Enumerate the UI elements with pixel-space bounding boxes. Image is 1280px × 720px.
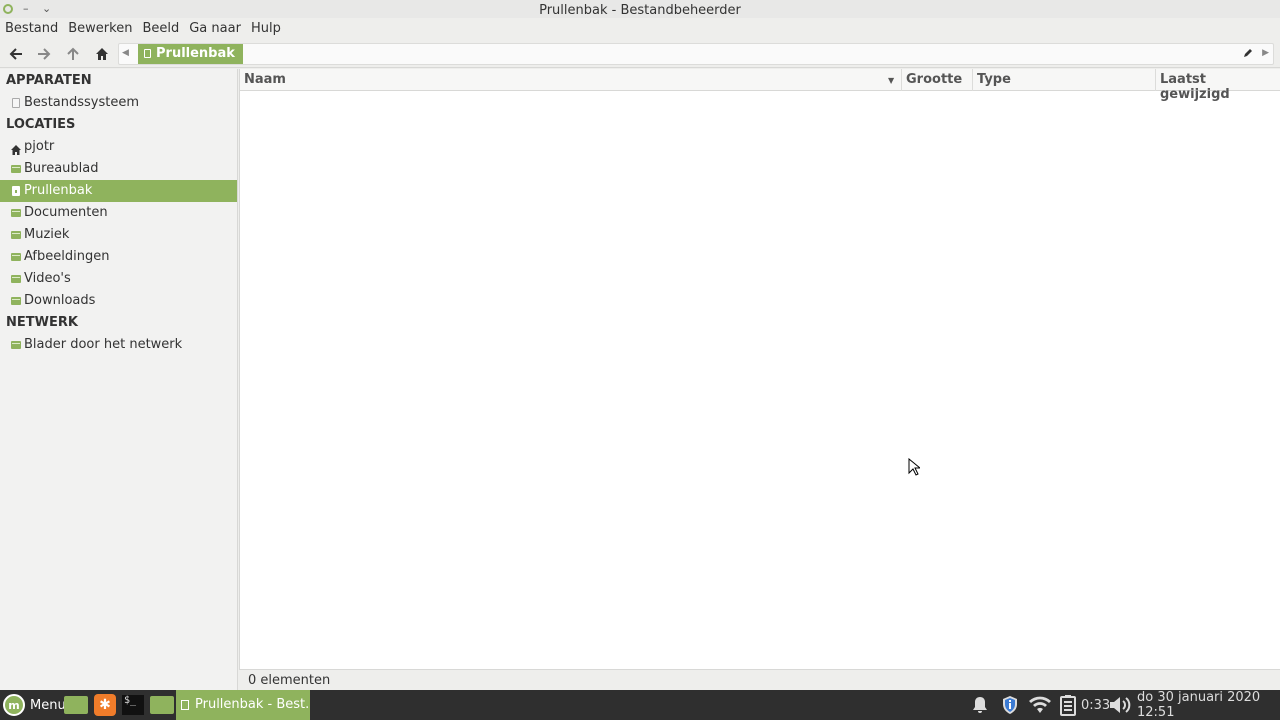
sidebar-item-bureaublad[interactable]: Bureaublad (0, 158, 237, 180)
sidebar-item-label: Bureaublad (24, 161, 99, 176)
mouse-cursor-icon (908, 457, 922, 480)
back-button[interactable] (4, 42, 28, 66)
toolbar: ◀ Prullenbak ▶ (0, 40, 1280, 68)
clock-text: do 30 januari 2020 12:51 (1137, 690, 1261, 720)
wifi-icon (1029, 696, 1051, 713)
arrow-up-icon (67, 47, 79, 60)
sidebar-item-label: Bestandssysteem (24, 95, 140, 110)
folder-icon (11, 297, 21, 305)
folder-icon (11, 253, 21, 261)
sidebar: APPARATEN Bestandssysteem LOCATIES pjotr… (0, 69, 238, 690)
sidebar-item-label: Prullenbak (24, 183, 93, 198)
sidebar-item-afbeeldingen[interactable]: Afbeeldingen (0, 246, 237, 268)
sidebar-item-label: Documenten (24, 205, 108, 220)
sidebar-item-label: Afbeeldingen (24, 249, 110, 264)
forward-button[interactable] (32, 42, 56, 66)
network-button[interactable] (1028, 690, 1052, 720)
edit-path-icon[interactable] (1243, 47, 1253, 62)
home-button[interactable] (90, 42, 114, 66)
home-icon (96, 48, 108, 60)
column-type[interactable]: Type (973, 69, 1156, 91)
sidebar-item-label: pjotr (24, 139, 55, 154)
column-grootte[interactable]: Grootte (902, 69, 973, 91)
network-icon (11, 341, 21, 349)
taskbar-window-prullenbak[interactable]: Prullenbak - Best... (176, 690, 310, 720)
launcher-show-desktop[interactable] (64, 690, 88, 720)
bell-icon (973, 697, 987, 713)
column-laatst-gewijzigd[interactable]: Laatst gewijzigd (1156, 69, 1280, 102)
sidebar-item-label: Video's (24, 271, 71, 286)
launcher-files[interactable] (150, 690, 174, 720)
sidebar-item-label: Muziek (24, 227, 70, 242)
battery-button[interactable]: 0:33 (1058, 690, 1110, 720)
sidebar-item-prullenbak[interactable]: Prullenbak (0, 180, 237, 202)
window-title: Prullenbak - Bestandbeheerder (539, 3, 741, 18)
sort-descending-icon: ▼ (888, 76, 895, 85)
folder-icon (150, 696, 174, 714)
battery-icon (1060, 695, 1076, 716)
drive-icon (12, 98, 20, 108)
breadcrumb-label: Prullenbak (156, 46, 235, 61)
sidebar-item-downloads[interactable]: Downloads (0, 290, 237, 312)
column-header-row: Naam ▼ Grootte Type Laatst gewijzigd (240, 69, 1280, 102)
trash-icon (12, 186, 20, 196)
taskbar-window-label: Prullenbak - Best... (195, 697, 310, 712)
home-icon (11, 141, 21, 155)
shield-icon (1003, 696, 1017, 714)
folder-icon (11, 275, 21, 283)
folder-icon (11, 231, 21, 239)
update-manager-button[interactable] (1001, 690, 1019, 720)
menu-beeld[interactable]: Beeld (137, 19, 184, 40)
path-scroll-left-icon[interactable]: ◀ (122, 48, 129, 58)
menu-bewerken[interactable]: Bewerken (63, 19, 137, 40)
file-list[interactable]: Naam ▼ Grootte Type Laatst gewijzigd (239, 69, 1280, 669)
path-scroll-right-icon[interactable]: ▶ (1262, 48, 1269, 58)
desktop-icon (64, 696, 88, 714)
sidebar-item-label: Downloads (24, 293, 96, 308)
status-bar: 0 elementen (239, 669, 1280, 690)
menu-bar: Bestand Bewerken Beeld Ga naar Hulp (0, 18, 1280, 40)
item-count: 0 elementen (248, 673, 331, 688)
menu-bestand[interactable]: Bestand (0, 19, 63, 40)
sidebar-section-netwerk: NETWERK (6, 315, 78, 330)
launcher-terminal[interactable]: $_ (122, 690, 144, 720)
mint-logo-icon: m (3, 694, 25, 716)
sidebar-item-bestandssysteem[interactable]: Bestandssysteem (0, 92, 237, 114)
menu-label: Menu (30, 697, 66, 713)
trash-icon (181, 700, 189, 710)
start-menu-button[interactable]: m Menu (3, 690, 66, 720)
sidebar-item-videos[interactable]: Video's (0, 268, 237, 290)
sidebar-item-documenten[interactable]: Documenten (0, 202, 237, 224)
up-button[interactable] (61, 42, 85, 66)
notifications-button[interactable] (972, 690, 988, 720)
sidebar-item-muziek[interactable]: Muziek (0, 224, 237, 246)
column-naam[interactable]: Naam (240, 69, 902, 91)
sidebar-item-netwerk[interactable]: Blader door het netwerk (0, 334, 237, 356)
taskbar: m Menu ✱ $_ Prullenbak - Best... 0:33 do… (0, 690, 1280, 720)
path-bar: ◀ Prullenbak ▶ (118, 43, 1274, 65)
volume-button[interactable] (1108, 690, 1134, 720)
speaker-icon (1110, 697, 1131, 713)
trash-icon (144, 49, 151, 58)
sidebar-item-pjotr[interactable]: pjotr (0, 136, 237, 158)
folder-icon (11, 165, 21, 173)
terminal-icon: $_ (122, 695, 144, 715)
folder-icon (11, 209, 21, 217)
menu-ga-naar[interactable]: Ga naar (184, 19, 246, 40)
menu-hulp[interactable]: Hulp (246, 19, 286, 40)
battery-time: 0:33 (1081, 697, 1111, 713)
sidebar-item-label: Blader door het netwerk (24, 337, 183, 352)
clock[interactable]: do 30 januari 2020 12:51 (1137, 690, 1280, 720)
launcher-firefox[interactable]: ✱ (94, 690, 116, 720)
sidebar-section-locaties: LOCATIES (6, 117, 76, 132)
firefox-icon: ✱ (94, 694, 116, 716)
arrow-right-icon (38, 48, 51, 60)
breadcrumb-prullenbak[interactable]: Prullenbak (138, 44, 243, 64)
sidebar-section-apparaten: APPARATEN (6, 73, 92, 88)
arrow-left-icon (9, 48, 22, 60)
